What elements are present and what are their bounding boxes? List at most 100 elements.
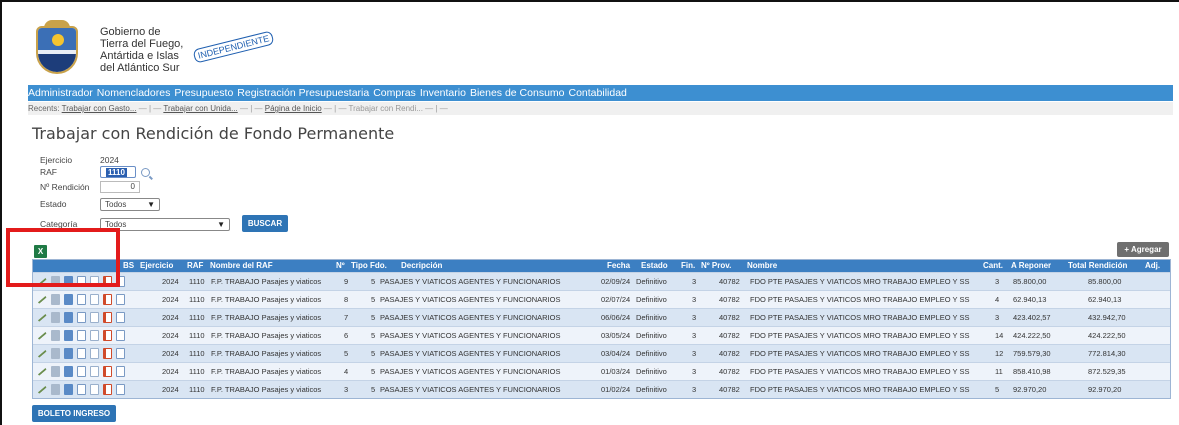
col-estado[interactable]: Estado bbox=[641, 261, 668, 270]
table-row[interactable]: 2024 1110 F.P. TRABAJO Pasajes y viaticos 8… bbox=[33, 290, 1170, 308]
col-cant[interactable]: Cant. bbox=[983, 261, 1003, 270]
rendicion-input[interactable]: 0 bbox=[100, 181, 140, 193]
agregar-button[interactable]: + Agregar bbox=[1117, 242, 1169, 257]
buscar-button[interactable]: BUSCAR bbox=[242, 215, 288, 232]
edit-icon[interactable] bbox=[37, 367, 47, 376]
save-icon[interactable] bbox=[64, 384, 73, 395]
table-row[interactable]: 2024 1110 F.P. TRABAJO Pasajes y viaticos 5… bbox=[33, 344, 1170, 362]
menu-item-contabilidad[interactable]: Contabilidad bbox=[569, 87, 627, 99]
document-icon[interactable] bbox=[77, 384, 86, 395]
col-nombre[interactable]: Nombre bbox=[747, 261, 777, 270]
table-row[interactable]: 2024 1110 F.P. TRABAJO Pasajes y viaticos 6… bbox=[33, 326, 1170, 344]
pdf-icon[interactable] bbox=[103, 366, 112, 377]
edit-icon[interactable] bbox=[37, 313, 47, 322]
edit-icon[interactable] bbox=[37, 349, 47, 358]
delete-icon[interactable] bbox=[51, 294, 60, 305]
search-icon[interactable] bbox=[141, 167, 150, 177]
col-nprov[interactable]: Nº Prov. bbox=[701, 261, 731, 270]
pdf-icon[interactable] bbox=[103, 294, 112, 305]
list-icon[interactable] bbox=[116, 366, 125, 377]
estado-select[interactable]: Todos ▼ bbox=[100, 197, 160, 211]
cell-fecha: 01/03/24 bbox=[601, 367, 631, 376]
col-bs[interactable]: BS bbox=[123, 261, 134, 270]
cell-ejercicio: 2024 bbox=[162, 331, 179, 340]
recents-bar: Recents: Trabajar con Gasto... — | — Tra… bbox=[28, 102, 1173, 115]
cell-numero: 3 bbox=[344, 385, 349, 394]
cell-descripcion: PASAJES Y VIATICOS AGENTES Y FUNCIONARIO… bbox=[380, 277, 561, 286]
document-icon[interactable] bbox=[77, 348, 86, 359]
cell-total-rendicion: 424.222,50 bbox=[1088, 331, 1126, 340]
col-adj[interactable]: Adj. bbox=[1145, 261, 1160, 270]
menu-item-presupuesto[interactable]: Presupuesto bbox=[174, 87, 233, 99]
col-a-reponer[interactable]: A Reponer bbox=[1011, 261, 1051, 270]
attach-icon[interactable] bbox=[90, 330, 99, 341]
table-row[interactable]: 2024 1110 F.P. TRABAJO Pasajes y viaticos 7… bbox=[33, 308, 1170, 326]
cell-tipo-fdo: 5 bbox=[371, 385, 376, 394]
cell-total-rendicion: 85.800,00 bbox=[1088, 277, 1122, 286]
pdf-icon[interactable] bbox=[103, 348, 112, 359]
menu-item-registracion[interactable]: Registración Presupuestaria bbox=[237, 87, 369, 99]
document-icon[interactable] bbox=[77, 294, 86, 305]
table-row[interactable]: 2024 1110 F.P. TRABAJO Pasajes y viaticos 3… bbox=[33, 380, 1170, 398]
cell-nprov: 40782 bbox=[719, 367, 740, 376]
attach-icon[interactable] bbox=[90, 348, 99, 359]
pdf-icon[interactable] bbox=[103, 330, 112, 341]
attach-icon[interactable] bbox=[90, 366, 99, 377]
menu-item-inventario[interactable]: Inventario bbox=[420, 87, 466, 99]
col-fin[interactable]: Fin. bbox=[681, 261, 695, 270]
save-icon[interactable] bbox=[64, 294, 73, 305]
col-raf[interactable]: RAF bbox=[187, 261, 203, 270]
document-icon[interactable] bbox=[77, 330, 86, 341]
save-icon[interactable] bbox=[64, 330, 73, 341]
col-ejercicio[interactable]: Ejercicio bbox=[140, 261, 173, 270]
recent-link[interactable]: Trabajar con Unida... bbox=[163, 104, 237, 113]
col-total-rendicion[interactable]: Total Rendición bbox=[1068, 261, 1127, 270]
table-row[interactable]: 2024 1110 F.P. TRABAJO Pasajes y viaticos 4… bbox=[33, 362, 1170, 380]
recent-link[interactable]: Trabajar con Gasto... bbox=[62, 104, 137, 113]
col-nombre-raf[interactable]: Nombre del RAF bbox=[210, 261, 273, 270]
delete-icon[interactable] bbox=[51, 348, 60, 359]
pdf-icon[interactable] bbox=[103, 384, 112, 395]
cell-nombre-raf: F.P. TRABAJO Pasajes y viaticos bbox=[211, 277, 322, 286]
delete-icon[interactable] bbox=[51, 366, 60, 377]
attach-icon[interactable] bbox=[90, 294, 99, 305]
menu-item-compras[interactable]: Compras bbox=[373, 87, 416, 99]
document-icon[interactable] bbox=[77, 366, 86, 377]
attach-icon[interactable] bbox=[90, 312, 99, 323]
menu-item-nomencladores[interactable]: Nomencladores bbox=[97, 87, 171, 99]
attach-icon[interactable] bbox=[90, 384, 99, 395]
pdf-icon[interactable] bbox=[103, 312, 112, 323]
save-icon[interactable] bbox=[64, 312, 73, 323]
header: Gobierno de Tierra del Fuego, Antártida … bbox=[26, 20, 275, 80]
list-icon[interactable] bbox=[116, 312, 125, 323]
document-icon[interactable] bbox=[77, 312, 86, 323]
cell-fecha: 02/07/24 bbox=[601, 295, 631, 304]
edit-icon[interactable] bbox=[37, 295, 47, 304]
col-descripcion[interactable]: Decripción bbox=[401, 261, 442, 270]
recent-link[interactable]: Página de Inicio bbox=[265, 104, 322, 113]
list-icon[interactable] bbox=[116, 384, 125, 395]
cell-numero: 9 bbox=[344, 277, 349, 286]
list-icon[interactable] bbox=[116, 330, 125, 341]
edit-icon[interactable] bbox=[37, 385, 47, 394]
menu-item-administrador[interactable]: Administrador bbox=[28, 87, 93, 99]
cell-ejercicio: 2024 bbox=[162, 295, 179, 304]
save-icon[interactable] bbox=[64, 348, 73, 359]
cell-descripcion: PASAJES Y VIATICOS AGENTES Y FUNCIONARIO… bbox=[380, 313, 561, 322]
delete-icon[interactable] bbox=[51, 384, 60, 395]
list-icon[interactable] bbox=[116, 294, 125, 305]
list-icon[interactable] bbox=[116, 348, 125, 359]
menu-item-bienes-consumo[interactable]: Bienes de Consumo bbox=[470, 87, 565, 99]
table-row[interactable]: 2024 1110 F.P. TRABAJO Pasajes y viaticos 9… bbox=[33, 272, 1170, 290]
edit-icon[interactable] bbox=[37, 331, 47, 340]
cell-ejercicio: 2024 bbox=[162, 367, 179, 376]
delete-icon[interactable] bbox=[51, 312, 60, 323]
save-icon[interactable] bbox=[64, 366, 73, 377]
boleto-ingreso-button[interactable]: BOLETO INGRESO bbox=[32, 405, 116, 422]
cell-estado: Definitivo bbox=[636, 313, 667, 322]
col-numero[interactable]: Nº bbox=[336, 261, 345, 270]
delete-icon[interactable] bbox=[51, 330, 60, 341]
raf-input[interactable]: 1110 bbox=[100, 166, 136, 178]
col-fecha[interactable]: Fecha bbox=[607, 261, 630, 270]
col-tipo-fdo[interactable]: Tipo Fdo. bbox=[351, 261, 387, 270]
